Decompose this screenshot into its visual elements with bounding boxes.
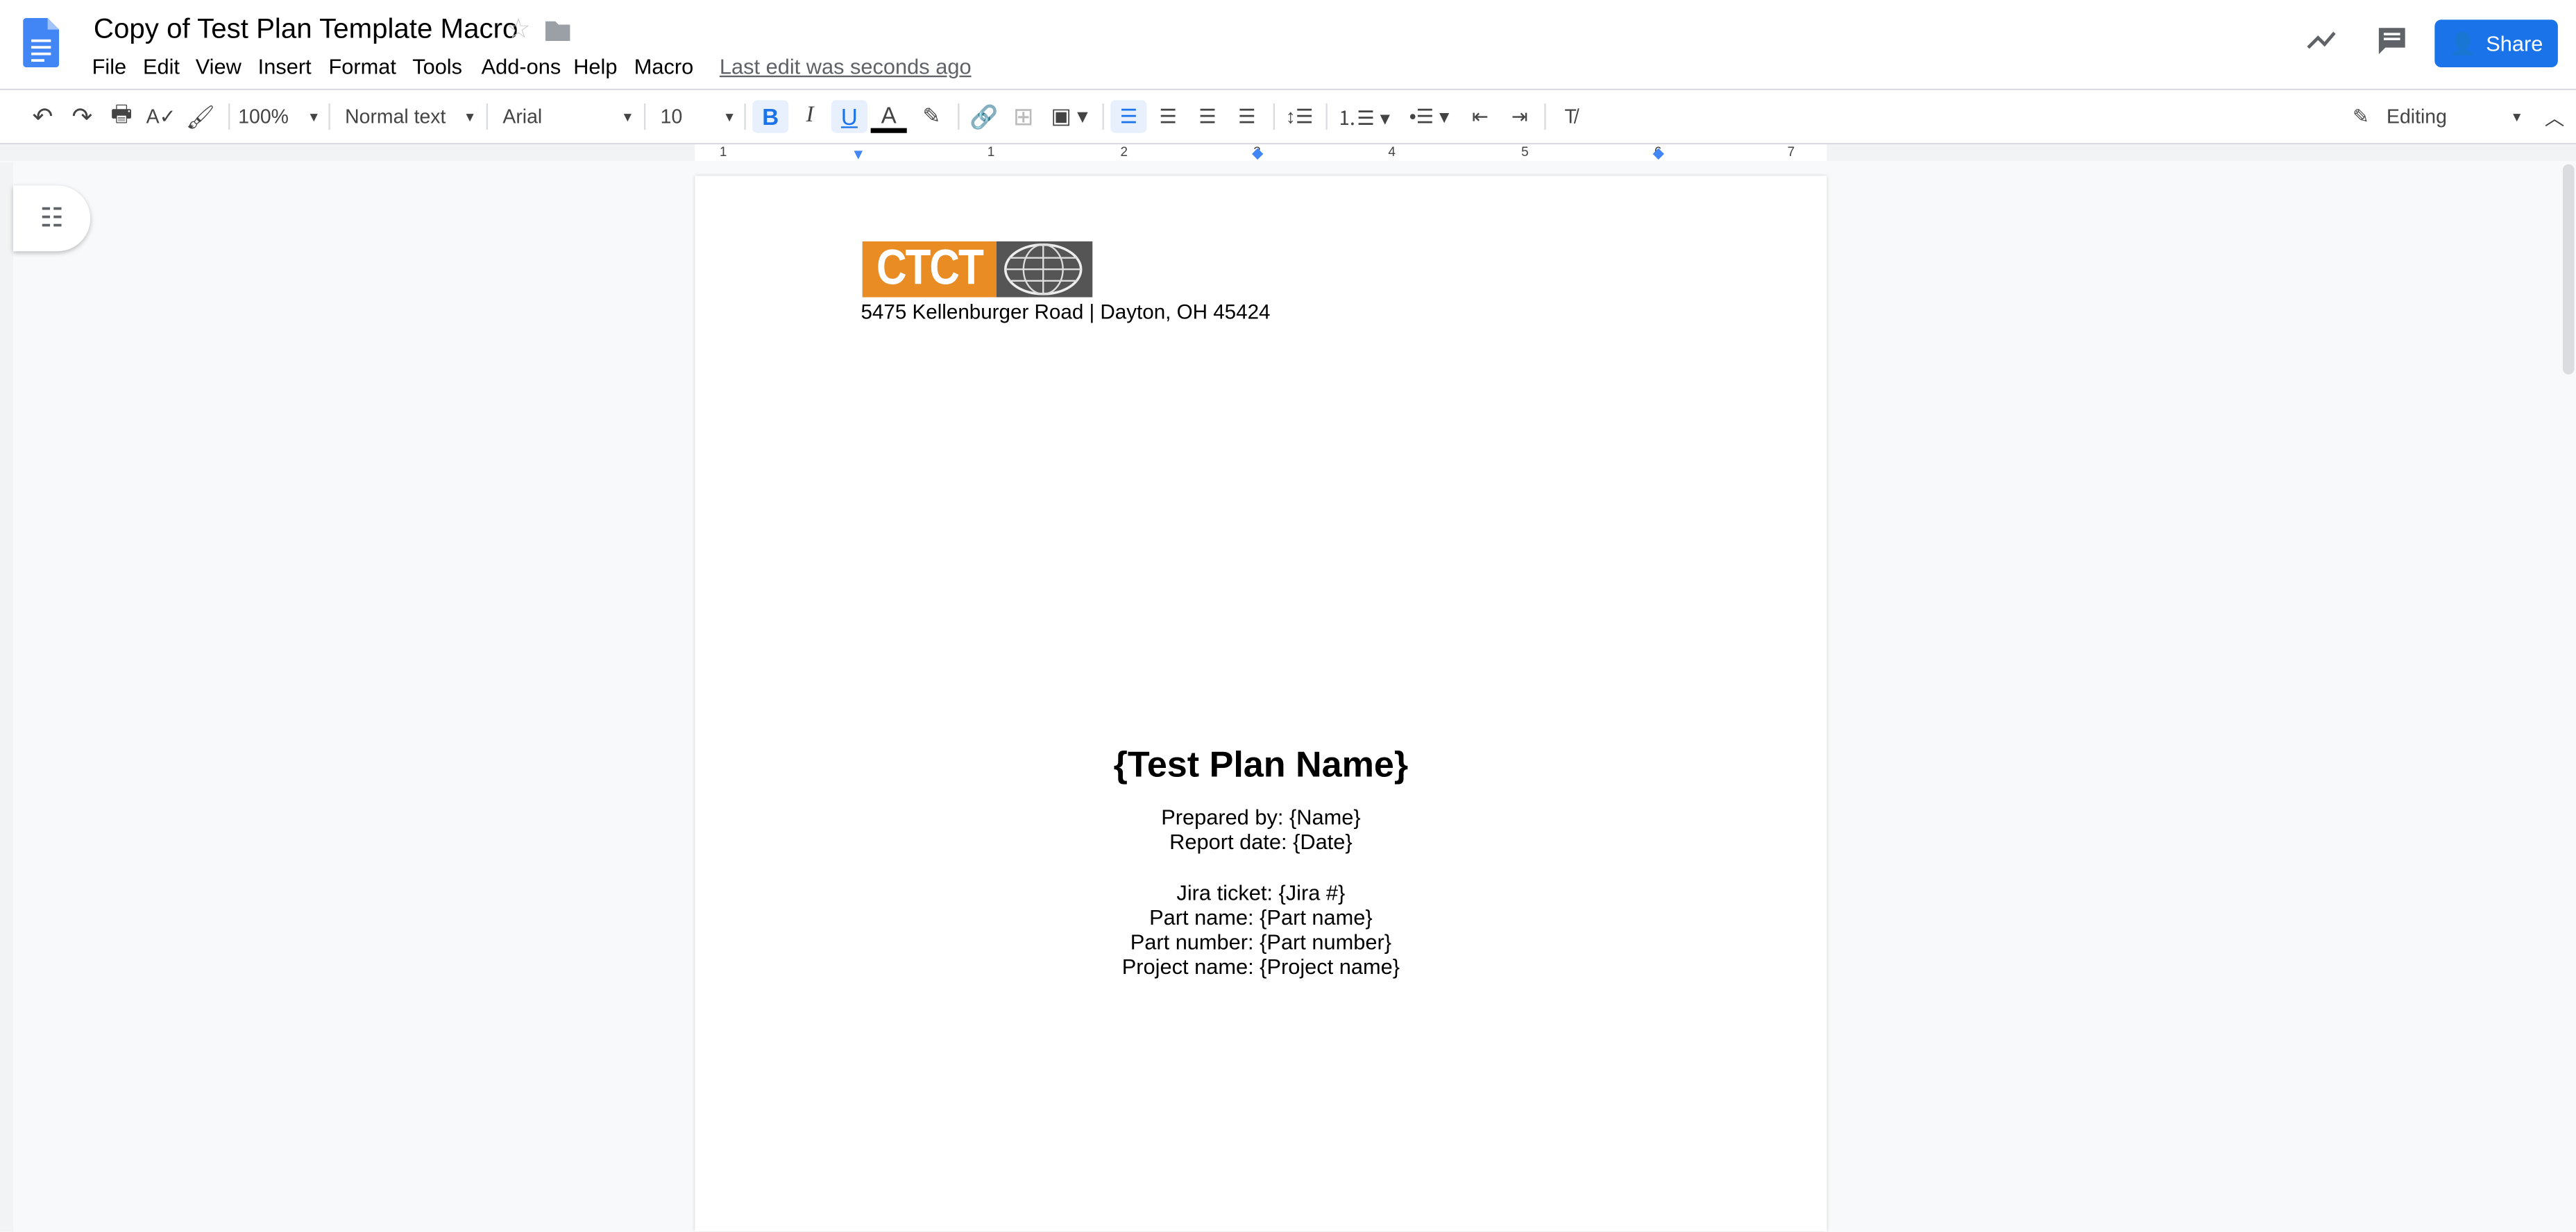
font-size-select[interactable]: 10 ▼: [661, 100, 736, 132]
divider: [1102, 103, 1104, 130]
increase-indent-icon[interactable]: ⇥: [1502, 100, 1538, 132]
zoom-value: 100%: [238, 105, 289, 128]
star-icon[interactable]: ☆: [506, 13, 531, 46]
divider: [958, 103, 960, 130]
share-label: Share: [2486, 31, 2543, 56]
decrease-indent-icon[interactable]: ⇤: [1462, 100, 1498, 132]
menu-format[interactable]: Format: [328, 54, 396, 79]
dropdown-arrow-icon: ▼: [722, 109, 736, 124]
add-comment-icon[interactable]: ⊞: [1006, 100, 1042, 132]
part-name-line: Part name: {Part name}: [1149, 905, 1373, 930]
divider: [228, 103, 230, 130]
ruler-label: 1: [719, 144, 727, 160]
ctct-logo: CTCT: [862, 241, 1093, 298]
share-button[interactable]: 👤 Share: [2434, 19, 2558, 68]
logo-text: CTCT: [862, 241, 997, 298]
document-title[interactable]: Copy of Test Plan Template Macro: [94, 13, 518, 46]
indent-marker-icon[interactable]: ▼: [851, 146, 865, 163]
tab-stop-icon[interactable]: ◆: [1252, 144, 1263, 162]
divider: [1273, 103, 1276, 130]
vertical-ruler[interactable]: [0, 162, 13, 1232]
folder-icon[interactable]: [545, 19, 570, 42]
line-spacing-icon[interactable]: ↕☰: [1281, 100, 1317, 132]
jira-ticket-line: Jira ticket: {Jira #}: [1176, 880, 1346, 905]
dropdown-arrow-icon: ▼: [463, 109, 477, 124]
align-left-icon[interactable]: ☰: [1110, 100, 1147, 133]
bulleted-list-icon[interactable]: •☰ ▾: [1400, 100, 1459, 132]
link-icon[interactable]: 🔗: [966, 100, 1002, 132]
ruler-label: 5: [1521, 144, 1529, 160]
company-address: 5475 Kellenburger Road | Dayton, OH 4542…: [861, 300, 1271, 324]
toolbar: ↶ ↷ 🖶 A✓ 🖌 100% ▼ Normal text ▼ Arial ▼ 10 ▼…: [0, 90, 2576, 145]
editing-mode-select[interactable]: ✎ Editing ▼: [2353, 100, 2523, 132]
divider: [328, 103, 330, 130]
header-bar: Copy of Test Plan Template Macro ☆ File …: [0, 0, 2576, 91]
menu-tools[interactable]: Tools: [412, 54, 462, 79]
report-date-line: Report date: {Date}: [1169, 829, 1353, 854]
redo-icon[interactable]: ↷: [66, 100, 99, 132]
dropdown-arrow-icon: ▼: [307, 109, 321, 124]
ruler-label: 7: [1787, 144, 1795, 160]
divider: [1325, 103, 1328, 130]
document-outline-button[interactable]: ☷: [12, 185, 91, 252]
docs-logo-icon[interactable]: [23, 18, 60, 68]
align-justify-icon[interactable]: ☰: [1229, 100, 1265, 132]
globe-icon: [1004, 243, 1083, 296]
pencil-icon: ✎: [2352, 105, 2369, 128]
clear-formatting-icon[interactable]: T̸: [1552, 100, 1588, 132]
divider: [643, 103, 646, 130]
highlight-icon[interactable]: ✎: [913, 100, 949, 132]
divider: [486, 103, 489, 130]
text-color-button[interactable]: A: [870, 100, 907, 133]
align-center-icon[interactable]: ☰: [1150, 100, 1186, 132]
divider: [744, 103, 746, 130]
dropdown-arrow-icon: ▼: [621, 109, 634, 124]
document-heading: {Test Plan Name}: [1113, 744, 1409, 785]
numbered-list-icon[interactable]: ⒈☰ ▾: [1334, 100, 1393, 132]
prepared-by-line: Prepared by: {Name}: [1161, 804, 1361, 830]
italic-button[interactable]: I: [792, 100, 828, 132]
ruler-label: 1: [987, 144, 995, 160]
document-page[interactable]: CTCT 5475 Kellenburger Road | Dayton, OH…: [695, 176, 1827, 1232]
bold-button[interactable]: B: [752, 100, 789, 133]
right-indent-icon[interactable]: ◆: [1653, 144, 1664, 162]
menu-macro[interactable]: Macro: [634, 54, 694, 79]
ruler-label: 2: [1120, 144, 1128, 160]
outline-list-icon: ☷: [40, 205, 64, 234]
activity-trend-icon[interactable]: [2307, 30, 2337, 49]
font-size-value: 10: [660, 105, 683, 128]
font-select[interactable]: Arial ▼: [502, 100, 634, 132]
ruler-label: 4: [1388, 144, 1396, 160]
comment-icon[interactable]: [2377, 26, 2407, 56]
dropdown-arrow-icon: ▼: [2510, 109, 2524, 124]
menu-addons[interactable]: Add-ons: [482, 54, 561, 79]
part-number-line: Part number: {Part number}: [1130, 929, 1392, 955]
font-value: Arial: [502, 105, 543, 128]
last-edit-link[interactable]: Last edit was seconds ago: [720, 54, 972, 79]
align-right-icon[interactable]: ☰: [1189, 100, 1226, 132]
insert-image-icon[interactable]: ▣ ▾: [1045, 100, 1094, 132]
vertical-scrollbar[interactable]: [2562, 164, 2575, 375]
menu-edit[interactable]: Edit: [143, 54, 180, 79]
menu-insert[interactable]: Insert: [258, 54, 312, 79]
paint-format-icon[interactable]: 🖌: [184, 100, 217, 132]
spellcheck-icon[interactable]: A✓: [144, 100, 177, 132]
menu-help[interactable]: Help: [573, 54, 617, 79]
style-select[interactable]: Normal text ▼: [345, 100, 476, 132]
style-value: Normal text: [345, 105, 446, 128]
zoom-select[interactable]: 100% ▼: [238, 100, 320, 132]
menu-file[interactable]: File: [92, 54, 127, 79]
menu-view[interactable]: View: [196, 54, 242, 79]
horizontal-ruler[interactable]: 1 1 2 3 4 5 6 7 ▼ ◆ ◆: [0, 144, 2576, 163]
collapse-menus-icon[interactable]: ︿: [2540, 100, 2570, 132]
person-add-icon: 👤: [2449, 30, 2477, 55]
editing-mode-value: Editing: [2387, 105, 2447, 128]
undo-icon[interactable]: ↶: [26, 100, 59, 132]
underline-button[interactable]: U: [831, 100, 867, 133]
divider: [1544, 103, 1546, 130]
project-name-line: Project name: {Project name}: [1121, 954, 1400, 979]
print-icon[interactable]: 🖶: [105, 100, 138, 132]
